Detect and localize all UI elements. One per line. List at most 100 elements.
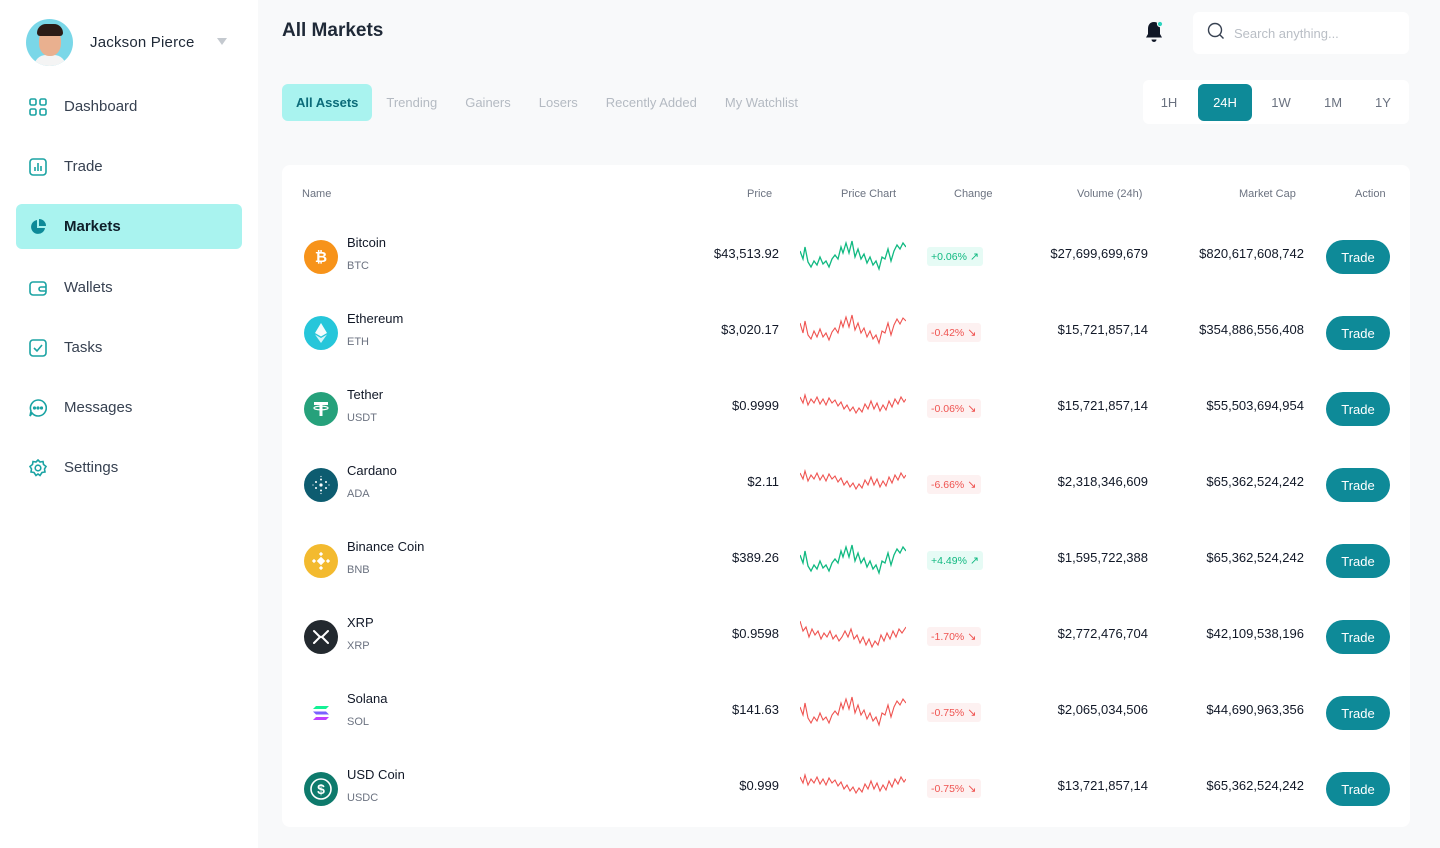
arrow-down-right-icon: ↘ (967, 631, 977, 643)
grid-icon (28, 97, 48, 117)
sidebar-item-markets[interactable]: Markets (16, 204, 242, 249)
coin-market-cap: $44,690,963,356 (1206, 702, 1304, 717)
sidebar-item-tasks[interactable]: Tasks (16, 325, 242, 370)
coin-volume: $27,699,699,679 (1050, 246, 1148, 261)
coin-price: $0.999 (739, 778, 779, 793)
search-input[interactable] (1234, 25, 1394, 41)
tab-my-watchlist[interactable]: My Watchlist (711, 84, 812, 121)
coin-name: XRP (347, 615, 374, 630)
markets-table: Name Price Price Chart Change Volume (24… (282, 165, 1410, 827)
period-1w[interactable]: 1W (1259, 84, 1303, 121)
price-sparkline (800, 468, 906, 491)
wallet-icon (28, 278, 48, 298)
tether-icon (304, 392, 338, 426)
table-row[interactable]: XRP XRP $0.9598 -1.70% ↘ $2,772,476,704 $… (282, 599, 1410, 675)
period-1y[interactable]: 1Y (1361, 84, 1405, 121)
tab-recently-added[interactable]: Recently Added (592, 84, 711, 121)
tab-trending[interactable]: Trending (372, 84, 451, 121)
coin-name: Bitcoin (347, 235, 387, 250)
period-1h[interactable]: 1H (1147, 84, 1191, 121)
column-header-price-chart: Price Chart (841, 188, 897, 200)
trade-button[interactable]: Trade (1326, 316, 1390, 350)
period-24h[interactable]: 24H (1198, 84, 1252, 121)
user-name: Jackson Pierce (90, 33, 195, 51)
sidebar-item-label: Trade (64, 158, 103, 175)
price-sparkline (800, 392, 906, 415)
tab-all-assets[interactable]: All Assets (282, 84, 373, 121)
table-row[interactable]: Ethereum ETH $3,020.17 -0.42% ↘ $15,721,8… (282, 295, 1410, 371)
coin-market-cap: $42,109,538,196 (1206, 626, 1304, 641)
coin-volume: $15,721,857,14 (1057, 398, 1148, 413)
trade-button[interactable]: Trade (1326, 544, 1390, 578)
table-row[interactable]: Binance Coin BNB $389.26 +4.49% ↗ $1,595,… (282, 523, 1410, 599)
tab-gainers[interactable]: Gainers (451, 84, 525, 121)
table-row[interactable]: $ USD Coin USDC $0.999 -0.75% ↘ $13,721,8… (282, 751, 1410, 827)
coin-market-cap: $55,503,694,954 (1206, 398, 1304, 413)
trade-button[interactable]: Trade (1326, 620, 1390, 654)
trade-button[interactable]: Trade (1326, 696, 1390, 730)
coin-price: $2.11 (747, 474, 779, 489)
coin-volume: $2,065,034,506 (1057, 702, 1148, 717)
column-header-volume: Volume (24h) (1077, 188, 1143, 200)
solana-icon (304, 696, 338, 730)
column-header-change: Change (954, 188, 993, 200)
coin-market-cap: $65,362,524,242 (1206, 474, 1304, 489)
coin-volume: $13,721,857,14 (1057, 778, 1148, 793)
chevron-down-icon[interactable] (217, 38, 227, 45)
sidebar-item-messages[interactable]: Messages (16, 385, 242, 430)
column-header-market-cap: Market Cap (1239, 188, 1296, 200)
search-icon (1207, 22, 1225, 45)
change-badge: -0.06% ↘ (927, 399, 981, 418)
coin-market-cap: $354,886,556,408 (1199, 322, 1304, 337)
tab-losers[interactable]: Losers (525, 84, 592, 121)
coin-name: Binance Coin (347, 539, 425, 554)
column-header-name: Name (302, 188, 332, 200)
arrow-down-right-icon: ↘ (967, 783, 977, 795)
table-row[interactable]: Solana SOL $141.63 -0.75% ↘ $2,065,034,50… (282, 675, 1410, 751)
time-period-selector: 1H 24H 1W 1M 1Y (1143, 80, 1409, 124)
notification-bell-icon[interactable] (1143, 20, 1165, 44)
price-sparkline (800, 314, 906, 345)
column-header-price: Price (747, 188, 773, 200)
period-1m[interactable]: 1M (1311, 84, 1355, 121)
table-row[interactable]: Cardano ADA $2.11 -6.66% ↘ $2,318,346,609… (282, 447, 1410, 523)
coin-volume: $2,772,476,704 (1057, 626, 1148, 641)
table-row[interactable]: Tether USDT $0.9999 -0.06% ↘ $15,721,857,… (282, 371, 1410, 447)
coin-symbol: XRP (347, 640, 370, 652)
column-header-action: Action (1355, 188, 1386, 200)
coin-symbol: USDC (347, 792, 379, 804)
change-value: -6.66% (931, 478, 965, 491)
sidebar-item-settings[interactable]: Settings (16, 445, 242, 490)
change-value: -0.75% (931, 706, 965, 719)
trade-button[interactable]: Trade (1326, 392, 1390, 426)
change-badge: -0.75% ↘ (927, 779, 981, 798)
sidebar-item-wallets[interactable]: Wallets (16, 265, 242, 310)
coin-symbol: SOL (347, 716, 370, 728)
arrow-down-right-icon: ↘ (967, 327, 977, 339)
page-title: All Markets (282, 20, 384, 41)
sidebar-item-label: Markets (64, 218, 121, 235)
change-badge: -6.66% ↘ (927, 475, 981, 494)
coin-symbol: ADA (347, 488, 370, 500)
sidebar-item-trade[interactable]: Trade (16, 144, 242, 189)
sidebar-item-label: Wallets (64, 279, 113, 296)
trade-button[interactable]: Trade (1326, 468, 1390, 502)
checkbox-icon (28, 338, 48, 358)
change-badge: -0.75% ↘ (927, 703, 981, 722)
price-sparkline (800, 544, 906, 576)
coin-symbol: ETH (347, 336, 369, 348)
user-profile[interactable]: Jackson Pierce (26, 18, 236, 66)
sidebar-item-dashboard[interactable]: Dashboard (16, 84, 242, 129)
binance-coin-icon (304, 544, 338, 578)
table-row[interactable]: ₿ Bitcoin BTC $43,513.92 +0.06% ↗ $27,699… (282, 219, 1410, 295)
search-bar[interactable] (1193, 12, 1409, 54)
coin-price: $43,513.92 (713, 246, 779, 261)
trade-button[interactable]: Trade (1326, 240, 1390, 274)
trade-button[interactable]: Trade (1326, 772, 1390, 806)
change-value: -0.75% (931, 782, 965, 795)
coin-volume: $15,721,857,14 (1057, 322, 1148, 337)
coin-name: Cardano (347, 463, 397, 478)
coin-name: USD Coin (347, 767, 405, 782)
chat-icon (28, 398, 48, 418)
sidebar: Jackson Pierce Dashboard Trade Markets W… (0, 0, 258, 848)
